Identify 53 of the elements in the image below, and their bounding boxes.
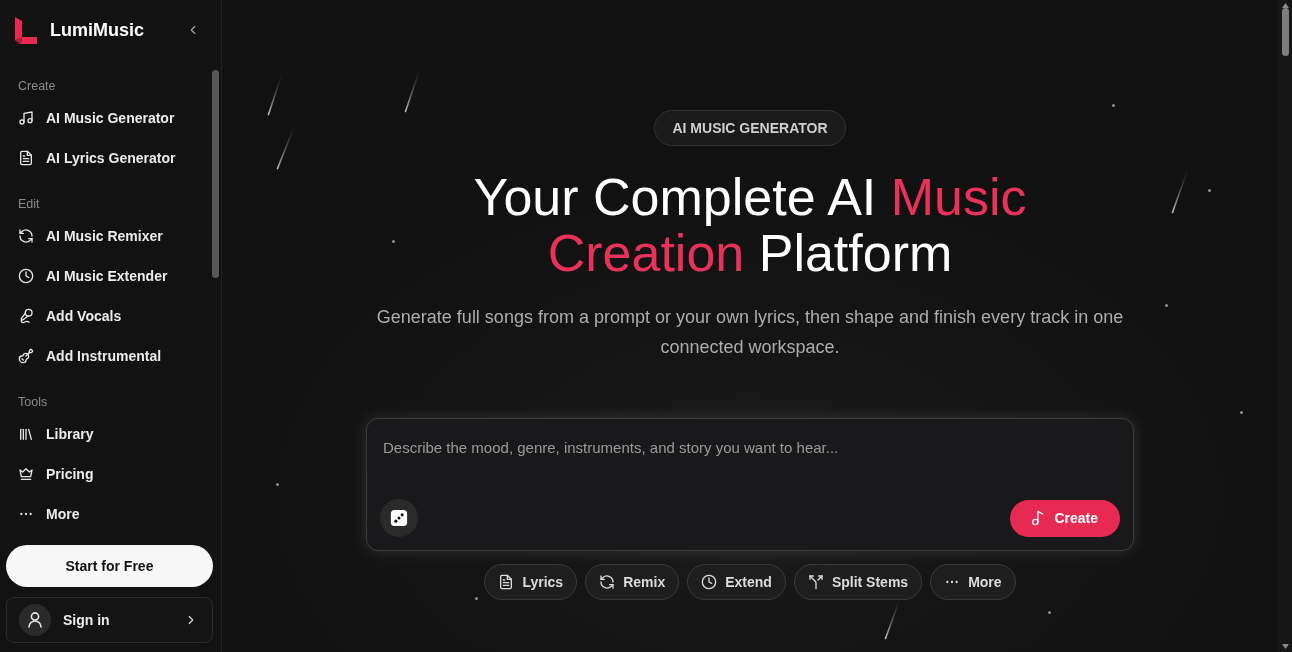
crown-icon [18,466,34,482]
clock-icon [701,574,718,590]
user-avatar-icon [19,604,51,636]
sidebar-item[interactable]: Add Vocals [13,296,130,336]
star-dot [475,597,478,600]
random-prompt-button[interactable] [380,499,418,537]
quick-action-button[interactable]: Split Stems [793,564,923,600]
star-dot [1112,104,1115,107]
scrollbar-thumb[interactable] [1282,8,1289,56]
sidebar-item[interactable]: AI Lyrics Generator [13,138,184,178]
star-dot [1165,304,1168,307]
sidebar-item[interactable]: More [13,494,88,534]
refresh-icon [18,228,34,244]
document-icon [18,150,34,166]
quick-action-button[interactable]: Extend [687,564,786,600]
sidebar-item[interactable]: AI Music Extender [13,256,176,296]
section-heading: Tools [18,394,48,411]
music-notes-icon [18,110,34,126]
split-arrows-icon [807,574,824,590]
page-badge: AI MUSIC GENERATOR [654,110,846,146]
microphone-icon [18,308,34,324]
clock-icon [18,268,34,284]
scrollbar-thumb[interactable] [212,70,219,278]
quick-action-button[interactable]: Lyrics [484,564,578,600]
logo-icon [15,16,37,44]
star-dot [1240,411,1243,414]
star-dot [1208,189,1211,192]
guitar-icon [18,348,34,364]
refresh-icon [599,574,616,590]
start-for-free-button[interactable]: Start for Free [6,545,213,587]
star-dot [392,240,395,243]
prompt-field[interactable]: Describe the mood, genre, instruments, and story you want to hear... [380,435,1120,499]
document-icon [498,574,515,590]
sidebar-item[interactable]: AI Music Remixer [13,216,171,256]
sidebar-item[interactable]: Library [13,414,102,454]
dice-icon [390,509,408,527]
sidebar-item[interactable]: Add Instrumental [13,336,170,376]
create-button[interactable]: Create [1010,499,1120,537]
prompt-box[interactable]: Describe the mood, genre, instruments, and story you want to hear... Create [366,418,1134,551]
brand-name: LumiMusic [50,19,144,41]
hero-subtitle: Generate full songs from a prompt or your own lyrics, then shape and finish every track in one connected workspace. [375,306,1125,359]
quick-action-button[interactable]: More [930,564,1016,600]
star-dot [1048,611,1051,614]
sign-in-button[interactable]: Sign in [6,597,213,643]
sidebar-item[interactable]: AI Music Generator [13,98,183,138]
quick-action-button[interactable]: Remix [585,564,680,600]
sidebar-item[interactable]: Pricing [13,454,102,494]
star-dot [276,483,279,486]
books-icon [18,426,34,442]
scroll-down-icon[interactable] [1281,644,1289,649]
hero-title: Your Complete AI Music Creation Platform [472,169,1028,281]
section-heading: Create [18,78,56,95]
section-heading: Edit [18,196,40,213]
